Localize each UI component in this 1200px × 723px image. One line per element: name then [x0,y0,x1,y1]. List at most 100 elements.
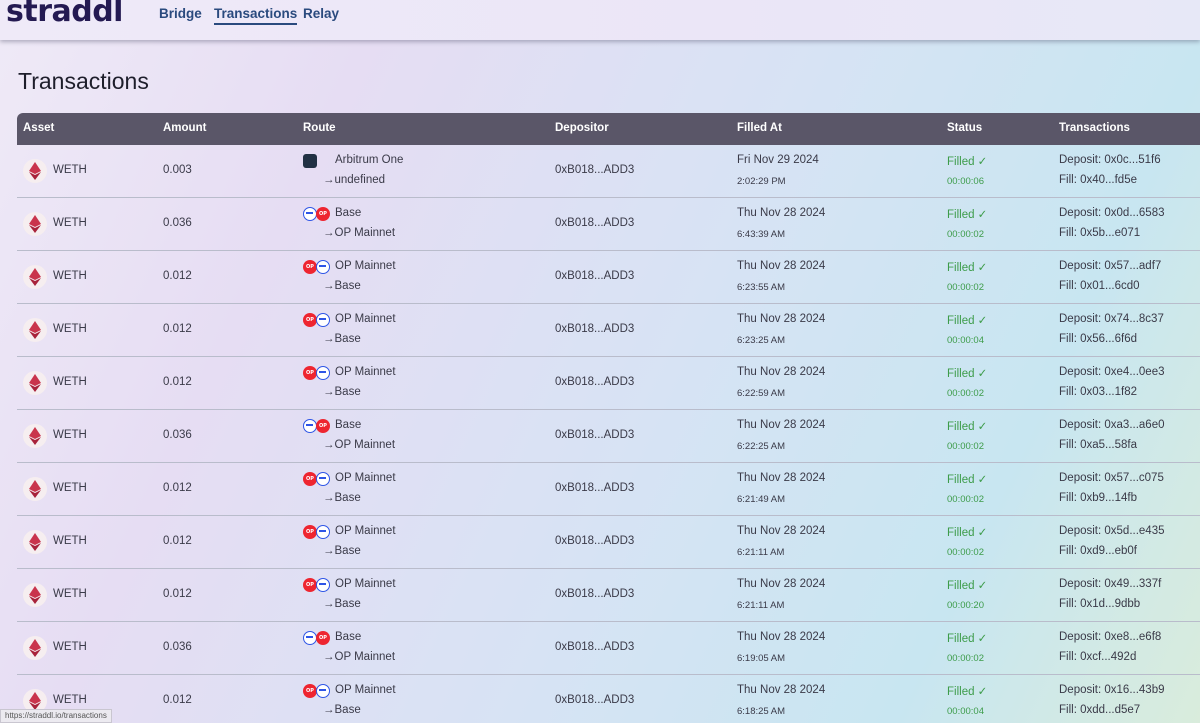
fill-duration: 00:00:04 [947,335,984,346]
filled-date: Thu Nov 28 2024 [737,260,826,272]
straddl-logo[interactable]: straddl [6,0,123,29]
route-destination-chain: →Base [323,386,361,398]
deposit-tx-link[interactable]: Deposit: 0x0d...6583 [1059,207,1165,219]
filled-date: Thu Nov 28 2024 [737,631,826,643]
base-chain-icon [316,260,330,274]
op-chain-icon: OP [303,525,317,539]
fill-tx-link[interactable]: Fill: 0xb9...14fb [1059,492,1137,504]
deposit-tx-link[interactable]: Deposit: 0x74...8c37 [1059,313,1164,325]
deposit-tx-link[interactable]: Deposit: 0x16...43b9 [1059,684,1165,696]
route-destination-chain: →OP Mainnet [323,651,396,663]
depositor-address[interactable]: 0xB018...ADD3 [555,588,634,600]
deposit-tx-link[interactable]: Deposit: 0xa3...a6e0 [1059,419,1165,431]
op-chain-icon: OP [316,207,330,221]
fill-tx-link[interactable]: Fill: 0xcf...492d [1059,651,1136,663]
depositor-address[interactable]: 0xB018...ADD3 [555,482,634,494]
route-chain-icons: OP [303,207,333,223]
asset-label: WETH [53,376,87,388]
asset-label: WETH [53,217,87,229]
amount-value: 0.036 [163,217,192,229]
deposit-tx-link[interactable]: Deposit: 0x5d...e435 [1059,525,1165,537]
depositor-address[interactable]: 0xB018...ADD3 [555,694,634,706]
route-chain-icons: OP [303,525,333,541]
nav-bridge[interactable]: Bridge [159,6,202,23]
column-header-amount: Amount [163,122,207,134]
fill-duration: 00:00:02 [947,653,984,664]
fill-duration: 00:00:02 [947,282,984,293]
weth-icon [23,212,47,236]
fill-tx-link[interactable]: Fill: 0xd9...eb0f [1059,545,1137,557]
filled-time: 6:21:49 AM [737,494,786,505]
route-source-chain: Base [335,207,362,219]
table-row: WETH 0.012 OP OP Mainnet →Base 0xB018...ADD3 T… [17,569,1200,622]
op-chain-icon: OP [303,578,317,592]
fill-tx-link[interactable]: Fill: 0x5b...e071 [1059,227,1140,239]
op-chain-icon: OP [316,631,330,645]
base-chain-icon [303,419,317,433]
depositor-address[interactable]: 0xB018...ADD3 [555,641,634,653]
status-badge: Filled ✓ [947,368,988,380]
fill-tx-link[interactable]: Fill: 0x56...6f6d [1059,333,1137,345]
fill-tx-link[interactable]: Fill: 0x01...6cd0 [1059,280,1140,292]
op-chain-icon: OP [303,684,317,698]
route-source-chain: OP Mainnet [335,684,396,696]
filled-time: 6:22:25 AM [737,441,786,452]
table-row: WETH 0.036 OP Base →OP Mainnet 0xB018...ADD3 T… [17,198,1200,251]
depositor-address[interactable]: 0xB018...ADD3 [555,429,634,441]
asset-label: WETH [53,694,87,706]
op-chain-icon: OP [303,313,317,327]
table-row: WETH 0.036 OP Base →OP Mainnet 0xB018...ADD3 T… [17,410,1200,463]
weth-icon [23,318,47,342]
fill-tx-link[interactable]: Fill: 0x40...fd5e [1059,174,1137,186]
table-row: WETH 0.012 OP OP Mainnet →Base 0xB018...ADD3 T… [17,463,1200,516]
deposit-tx-link[interactable]: Deposit: 0x49...337f [1059,578,1161,590]
weth-icon [23,265,47,289]
amount-value: 0.012 [163,376,192,388]
route-destination-chain: →Base [323,492,361,504]
amount-value: 0.012 [163,270,192,282]
filled-date: Thu Nov 28 2024 [737,684,826,696]
route-chain-icons: OP [303,631,333,647]
route-source-chain: OP Mainnet [335,472,396,484]
deposit-tx-link[interactable]: Deposit: 0x57...c075 [1059,472,1164,484]
route-chain-icons: OP [303,419,333,435]
deposit-tx-link[interactable]: Deposit: 0xe8...e6f8 [1059,631,1161,643]
route-chain-icons: OP [303,684,333,700]
route-chain-icons: OP [303,578,333,594]
base-chain-icon [316,472,330,486]
route-source-chain: OP Mainnet [335,366,396,378]
column-header-transactions: Transactions [1059,122,1130,134]
depositor-address[interactable]: 0xB018...ADD3 [555,164,634,176]
table-row: WETH 0.012 OP OP Mainnet →Base 0xB018...ADD3 T… [17,675,1200,723]
amount-value: 0.003 [163,164,192,176]
depositor-address[interactable]: 0xB018...ADD3 [555,217,634,229]
nav-relay[interactable]: Relay [303,6,339,23]
fill-tx-link[interactable]: Fill: 0x1d...9dbb [1059,598,1140,610]
table-body: WETH 0.003 Arbitrum One →undefined 0xB018...… [17,145,1200,723]
route-source-chain: OP Mainnet [335,578,396,590]
nav-transactions[interactable]: Transactions [214,6,298,25]
depositor-address[interactable]: 0xB018...ADD3 [555,376,634,388]
asset-label: WETH [53,588,87,600]
column-header-depositor: Depositor [555,122,609,134]
top-navigation-bar: straddl Bridge Transactions Relay [0,0,1200,40]
fill-tx-link[interactable]: Fill: 0x03...1f82 [1059,386,1137,398]
amount-value: 0.012 [163,694,192,706]
table-row: WETH 0.012 OP OP Mainnet →Base 0xB018...ADD3 T… [17,516,1200,569]
deposit-tx-link[interactable]: Deposit: 0x0c...51f6 [1059,154,1161,166]
column-header-asset: Asset [23,122,55,134]
deposit-tx-link[interactable]: Deposit: 0xe4...0ee3 [1059,366,1165,378]
depositor-address[interactable]: 0xB018...ADD3 [555,535,634,547]
filled-time: 6:21:11 AM [737,600,785,611]
base-chain-icon [316,525,330,539]
transactions-table: Asset Amount Route Depositor Filled At S… [17,113,1200,723]
depositor-address[interactable]: 0xB018...ADD3 [555,270,634,282]
status-badge: Filled ✓ [947,209,988,221]
deposit-tx-link[interactable]: Deposit: 0x57...adf7 [1059,260,1161,272]
depositor-address[interactable]: 0xB018...ADD3 [555,323,634,335]
route-chain-icons [303,154,333,170]
op-chain-icon: OP [303,260,317,274]
fill-tx-link[interactable]: Fill: 0xdd...d5e7 [1059,704,1140,716]
route-source-chain: OP Mainnet [335,525,396,537]
fill-tx-link[interactable]: Fill: 0xa5...58fa [1059,439,1137,451]
